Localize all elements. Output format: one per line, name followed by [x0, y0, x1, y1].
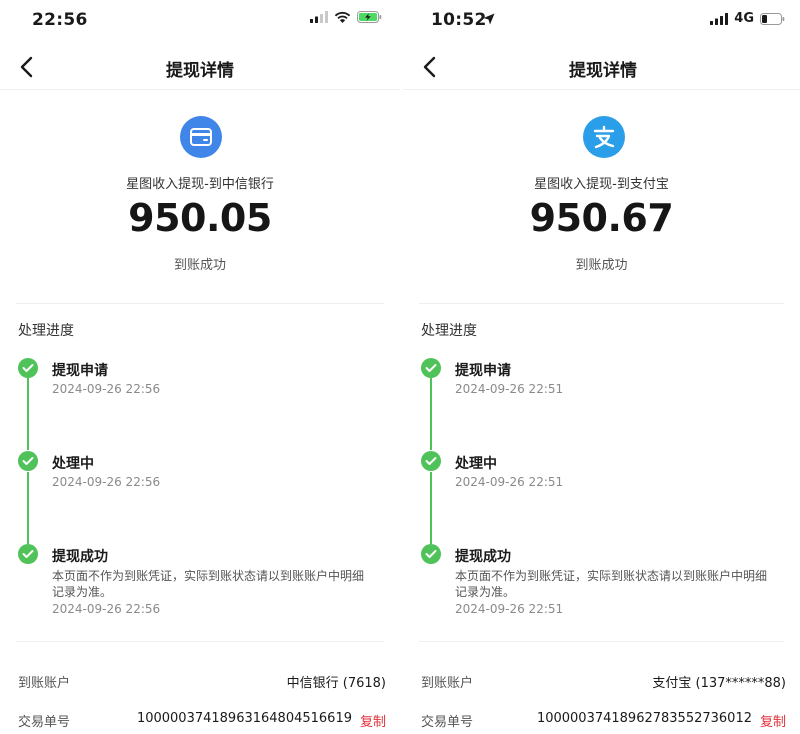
timeline-connector [430, 472, 432, 544]
check-circle-icon [18, 358, 38, 378]
copy-button[interactable]: 复制 [360, 711, 386, 730]
withdrawal-amount: 950.67 [529, 196, 674, 240]
order-value: 1000003741896316480451​6619 复制 [137, 711, 386, 730]
step-note: 本页面不作为到账凭证，实际到账状态请以到账账户中明细记录为准。 [52, 569, 365, 599]
order-label: 交易单号 [421, 715, 474, 730]
timeline-connector [27, 472, 29, 544]
order-label: 交易单号 [18, 715, 71, 730]
status-time: 10:52 [431, 10, 487, 30]
battery-charging-icon [357, 11, 382, 23]
step-time: 2024-09-26 22:56 [52, 475, 161, 489]
divider [16, 303, 384, 304]
step-label: 提现成功 [52, 549, 108, 565]
signal-icon [710, 12, 729, 25]
wifi-icon [334, 11, 351, 23]
order-number: 1000003741896316480451​6619 [136, 711, 352, 726]
account-value-text: 支付宝 (137******88) [652, 676, 786, 691]
withdrawal-amount: 950.05 [128, 196, 272, 240]
nav-bar: 提现详情 [0, 44, 400, 90]
account-label: 到账账户 [421, 676, 474, 691]
divider [419, 641, 784, 642]
withdrawal-status: 到账成功 [173, 258, 226, 273]
account-value: 支付宝 (137******88) [652, 672, 786, 691]
account-label: 到账账户 [18, 676, 71, 691]
page-title: 提现详情 [569, 61, 637, 81]
status-icons: 4G [710, 11, 785, 26]
status-bar: 22:56 [0, 0, 400, 40]
progress-section-title: 处理进度 [18, 323, 74, 339]
step-time: 2024-09-26 22:51 [455, 475, 564, 489]
order-value: 1000003741896278355273​6012 复制 [537, 711, 786, 730]
progress-section-title: 处理进度 [421, 323, 477, 339]
screen-alipay-withdrawal: 10:52 4G 提现详情 星图收入提现-到支付宝 950.67 到账成功 处理… [400, 0, 800, 734]
check-circle-icon [421, 451, 441, 471]
bank-card-icon [180, 116, 222, 158]
check-circle-icon [421, 544, 441, 564]
location-arrow-icon [483, 13, 495, 25]
divider [419, 303, 784, 304]
step-time: 2024-09-26 22:56 [52, 382, 161, 396]
check-circle-icon [18, 451, 38, 471]
step-time: 2024-09-26 22:51 [455, 382, 564, 396]
status-bar: 10:52 4G [403, 0, 800, 40]
step-label: 提现成功 [455, 549, 511, 565]
withdrawal-subtitle: 星图收入提现-到支付宝 [534, 177, 669, 192]
signal-icon [310, 11, 328, 23]
account-value-text: 中信银行 (7618) [286, 676, 386, 691]
nav-bar: 提现详情 [403, 44, 800, 90]
step-time: 2024-09-26 22:56 [52, 602, 161, 616]
timeline-connector [430, 378, 432, 450]
status-time: 22:56 [32, 10, 88, 30]
withdrawal-subtitle: 星图收入提现-到中信银行 [126, 177, 274, 192]
withdrawal-status: 到账成功 [575, 258, 628, 273]
step-label: 处理中 [455, 456, 497, 472]
check-circle-icon [18, 544, 38, 564]
order-number: 1000003741896278355273​6012 [536, 711, 752, 726]
timeline-connector [27, 378, 29, 450]
step-label: 提现申请 [52, 363, 108, 379]
step-note: 本页面不作为到账凭证，实际到账状态请以到账账户中明细记录为准。 [455, 569, 768, 599]
copy-button[interactable]: 复制 [760, 711, 786, 730]
step-label: 处理中 [52, 456, 94, 472]
page-title: 提现详情 [166, 61, 234, 81]
network-type: 4G [734, 11, 754, 26]
divider [16, 641, 384, 642]
step-time: 2024-09-26 22:51 [455, 602, 564, 616]
account-value: 中信银行 (7618) [287, 672, 386, 691]
screen-bank-withdrawal: 22:56 提现详情 星图收入提现-到中信银行 950.05 到账成功 处理进度… [0, 0, 400, 734]
step-label: 提现申请 [455, 363, 511, 379]
alipay-icon [583, 116, 625, 158]
check-circle-icon [421, 358, 441, 378]
status-icons [310, 11, 382, 23]
battery-icon [760, 12, 785, 25]
